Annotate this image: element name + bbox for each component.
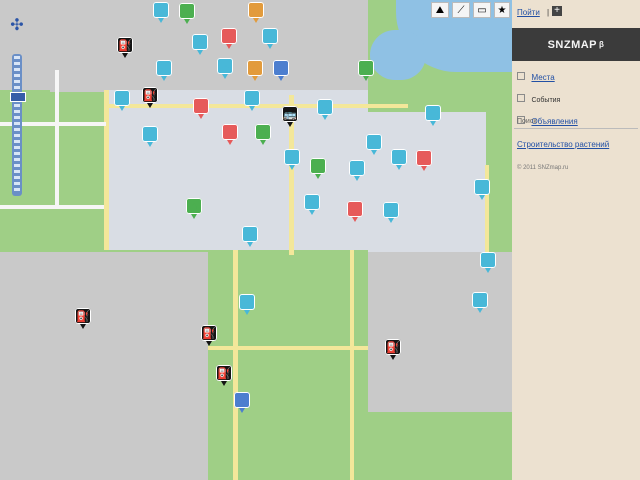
site-logo-text: SNZMAP — [547, 38, 598, 51]
marker-cyan-3[interactable]: ✂ — [262, 28, 278, 49]
marker-black-7[interactable]: ⛽ — [385, 339, 401, 360]
marker-cyan-13[interactable]: ⌂ — [366, 134, 382, 155]
road-main-vertical — [104, 90, 109, 250]
extra-link[interactable]: Строительство растений — [517, 140, 609, 149]
marker-cyan-20[interactable]: ⌂ — [472, 292, 488, 313]
marker-black-1[interactable]: ⛽ — [117, 37, 133, 58]
login-link[interactable]: Пойти — [517, 8, 540, 17]
marker-cyan-1[interactable]: ⌂ — [153, 2, 169, 23]
road-white-1 — [0, 205, 104, 209]
login-separator: | — [547, 8, 550, 17]
map-tile-bottom-left — [0, 252, 208, 480]
marker-green-4[interactable]: ✦ — [310, 158, 326, 179]
zoom-control[interactable]: ✣ — [7, 16, 27, 196]
lake-shore — [370, 30, 426, 80]
sidebar-top: Пойти | + — [512, 0, 640, 28]
marker-cyan-17[interactable]: ⌂ — [383, 202, 399, 223]
sidebar-item-events[interactable]: События — [517, 89, 636, 107]
plus-icon[interactable]: + — [552, 6, 562, 16]
marker-red-2[interactable]: ✚ — [193, 98, 209, 119]
sidebar-panel: Пойти | + SNZMAP β Места События Объявле… — [512, 0, 640, 480]
marker-blue-2[interactable]: ⚐ — [234, 392, 250, 413]
marker-cyan-4[interactable]: ⚐ — [156, 60, 172, 81]
event-icon — [517, 94, 525, 102]
map-view[interactable]: ⌂ ✦ ⌂ ✚ ✎ ✂ ⚐ ✂ ⌂ ✚ ⌂ ⌂ ✚ ✂ ✂ ⌂ ⌂ ✚ ⌂ ⌂ … — [0, 0, 512, 480]
marker-cyan-10[interactable]: ⌂ — [142, 126, 158, 147]
marker-cyan-18[interactable]: ⌂ — [242, 226, 258, 247]
pan-arrows-icon[interactable]: ✣ — [7, 16, 27, 38]
map-tile-right-middle — [368, 252, 512, 412]
marker-cyan-21[interactable]: ✂ — [239, 294, 255, 315]
road-lower-horizontal — [208, 346, 368, 350]
map-layer-control[interactable]: ⛰ — [431, 2, 449, 18]
map-tile-top-strip — [50, 0, 368, 92]
marker-cyan-5[interactable]: ✂ — [217, 58, 233, 79]
marker-orange-1[interactable]: ⌂ — [248, 2, 264, 23]
marker-orange-2[interactable]: ⌂ — [247, 60, 263, 81]
marker-black-6[interactable]: ⛽ — [216, 365, 232, 386]
marker-cyan-12[interactable]: ⌂ — [349, 160, 365, 181]
zoom-slider[interactable] — [12, 54, 22, 196]
map-fullscreen-control[interactable]: ▭ — [473, 2, 491, 18]
marker-red-3[interactable]: ✚ — [222, 124, 238, 145]
zoom-knob[interactable] — [10, 92, 26, 102]
sidebar-item-label[interactable]: События — [531, 97, 560, 104]
map-star-control[interactable]: ★ — [494, 2, 510, 18]
marker-black-2[interactable]: ⛽ — [142, 87, 158, 108]
marker-cyan-7[interactable]: ✂ — [244, 90, 260, 111]
marker-cyan-16[interactable]: ⚐ — [304, 194, 320, 215]
marker-cyan-14[interactable]: ✎ — [391, 149, 407, 170]
marker-black-4[interactable]: ⛽ — [75, 308, 91, 329]
sidebar-item-places[interactable]: Места — [517, 67, 636, 85]
road-lower-vertical — [350, 250, 354, 480]
map-measure-control[interactable]: ⟋ — [452, 2, 470, 18]
footer-text: © 2011 SNZmap.ru — [517, 165, 569, 171]
marker-green-2[interactable]: ⌂ — [358, 60, 374, 81]
marker-cyan-6[interactable]: ⌂ — [114, 90, 130, 111]
marker-red-5[interactable]: ⚑ — [347, 201, 363, 222]
sidebar-item-label[interactable]: Места — [531, 73, 554, 82]
marker-green-5[interactable]: ⌂ — [186, 198, 202, 219]
marker-cyan-8[interactable]: ✂ — [317, 99, 333, 120]
marker-blue-1[interactable]: ✚ — [273, 60, 289, 81]
site-logo: SNZMAP β — [512, 28, 640, 61]
marker-green-3[interactable]: ⌂ — [255, 124, 271, 145]
place-icon — [517, 72, 525, 80]
marker-cyan-19[interactable]: ⌂ — [480, 252, 496, 273]
map-town-area-east — [368, 112, 486, 252]
road-white-2 — [55, 70, 59, 205]
marker-cyan-9[interactable]: ⌂ — [425, 105, 441, 126]
marker-cyan-11[interactable]: ⌂ — [284, 149, 300, 170]
marker-cyan-2[interactable]: ✎ — [192, 34, 208, 55]
site-logo-beta: β — [599, 40, 605, 49]
marker-green-1[interactable]: ✦ — [179, 3, 195, 24]
divider-line — [514, 128, 638, 129]
search-label: Поиск — [517, 118, 537, 125]
road-south-vertical — [233, 250, 238, 480]
marker-red-1[interactable]: ✚ — [221, 28, 237, 49]
marker-black-5[interactable]: ⛽ — [201, 325, 217, 346]
marker-cyan-15[interactable]: ✂ — [474, 179, 490, 200]
marker-red-4[interactable]: ⚑ — [416, 150, 432, 171]
marker-black-3[interactable]: 🚌 — [282, 106, 298, 127]
sidebar-item-label[interactable]: Объявления — [531, 117, 577, 126]
